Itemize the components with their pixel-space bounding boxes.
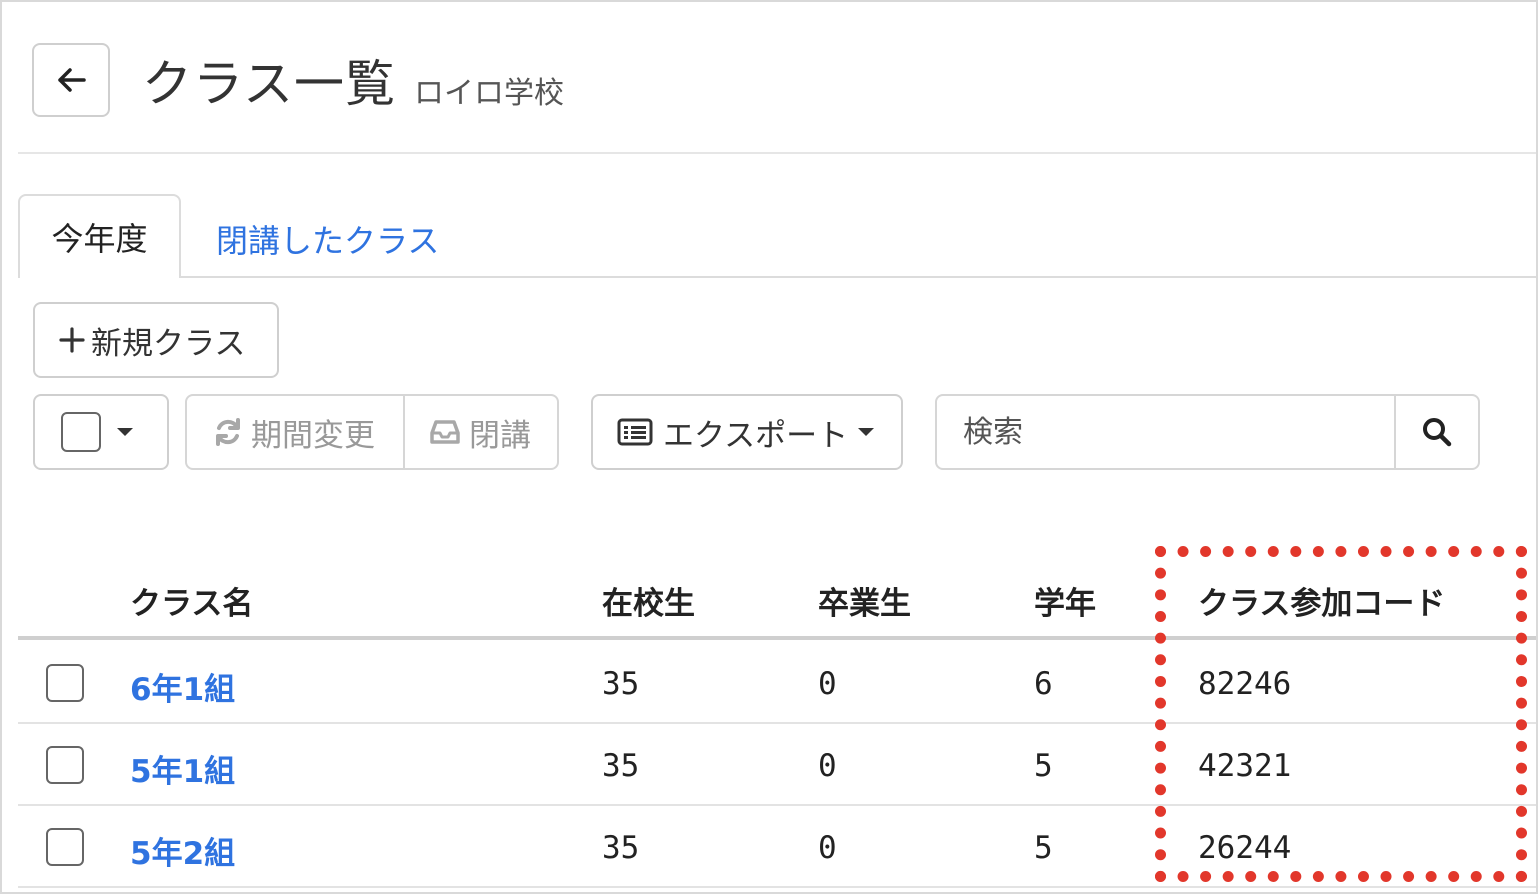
close-class-button[interactable]: 閉講 [405, 396, 557, 468]
column-header-class-name[interactable]: クラス名 [130, 578, 253, 623]
current-students-cell: 35 [602, 748, 640, 784]
new-class-label: 新規クラス [91, 325, 246, 362]
grade-cell: 6 [1034, 666, 1053, 702]
plus-icon [59, 327, 85, 353]
page-title: クラス一覧 [142, 55, 396, 113]
column-header-grade[interactable]: 学年 [1034, 578, 1096, 623]
tab-closed-classes[interactable]: 閉講したクラス [216, 216, 439, 262]
period-change-label: 期間変更 [251, 417, 375, 454]
export-label: エクスポート [663, 417, 849, 454]
arrow-left-icon [58, 68, 86, 92]
caret-down-icon [858, 428, 875, 436]
refresh-icon [216, 418, 240, 446]
search-button[interactable] [1394, 396, 1478, 468]
class-name-link[interactable]: 5年2組 [130, 828, 235, 873]
column-header-current-students[interactable]: 在校生 [602, 578, 695, 623]
grade-cell: 5 [1034, 830, 1053, 866]
class-name-link[interactable]: 6年1組 [130, 664, 235, 709]
row-divider [18, 886, 1536, 888]
column-header-graduates[interactable]: 卒業生 [818, 578, 911, 623]
school-name: ロイロ学校 [414, 76, 564, 111]
join-code-highlight [1155, 546, 1527, 882]
list-icon [617, 418, 653, 446]
new-class-button[interactable]: 新規クラス [33, 302, 279, 378]
tabs-divider [18, 276, 1536, 278]
search-icon [1423, 418, 1452, 447]
current-students-cell: 35 [602, 830, 640, 866]
export-dropdown[interactable]: エクスポート [591, 394, 903, 470]
select-all-dropdown[interactable] [33, 394, 169, 470]
grade-cell: 5 [1034, 748, 1053, 784]
back-button[interactable] [32, 43, 110, 117]
graduates-cell: 0 [818, 748, 837, 784]
period-change-button[interactable]: 期間変更 [187, 396, 405, 468]
select-all-checkbox[interactable] [61, 412, 101, 452]
class-name-link[interactable]: 5年1組 [130, 746, 235, 791]
search-box [935, 394, 1480, 470]
bulk-action-group: 期間変更 閉講 [185, 394, 559, 470]
caret-down-icon [117, 428, 133, 436]
row-checkbox[interactable] [46, 746, 84, 784]
row-checkbox[interactable] [46, 828, 84, 866]
tab-this-year[interactable]: 今年度 [18, 194, 181, 278]
close-class-label: 閉講 [469, 417, 531, 454]
search-input[interactable] [937, 396, 1394, 468]
current-students-cell: 35 [602, 666, 640, 702]
header-divider [18, 152, 1536, 154]
row-checkbox[interactable] [46, 664, 84, 702]
graduates-cell: 0 [818, 830, 837, 866]
inbox-icon [430, 420, 460, 444]
graduates-cell: 0 [818, 666, 837, 702]
